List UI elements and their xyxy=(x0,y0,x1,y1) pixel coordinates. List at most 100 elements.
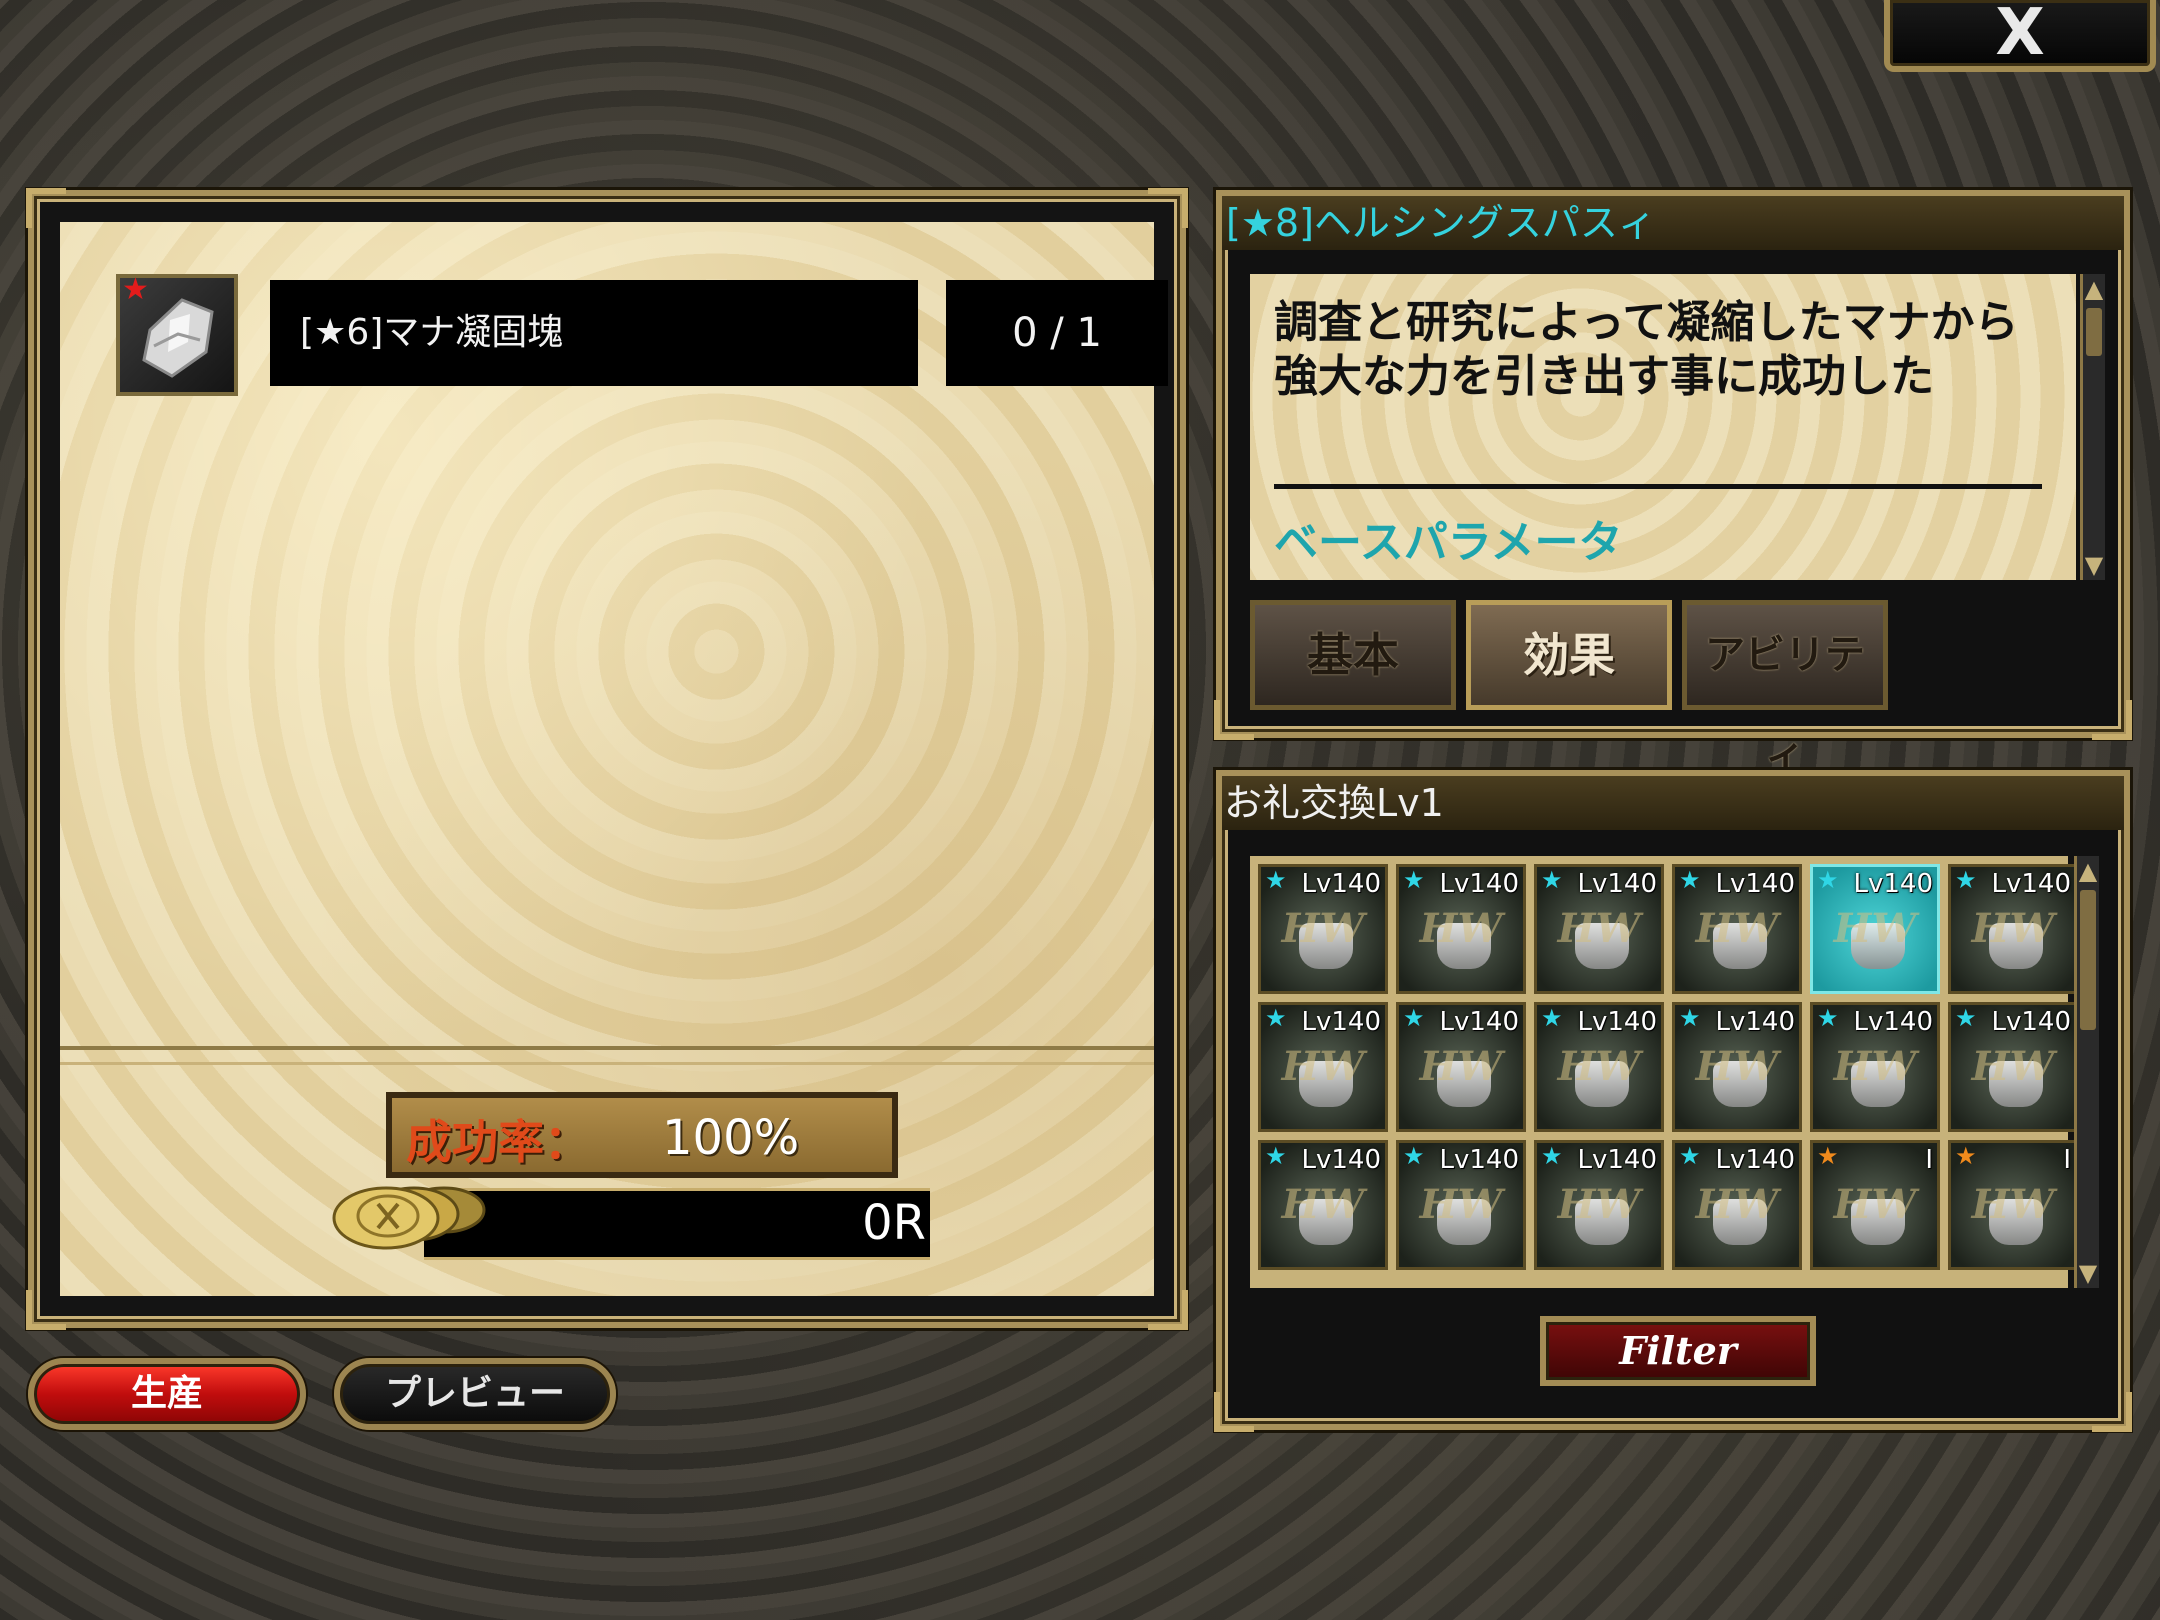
rarity-star-icon: ★ xyxy=(1541,1142,1563,1170)
close-icon: X xyxy=(1995,0,2045,70)
hw-watermark: HW xyxy=(1695,1043,1779,1090)
recipe-item[interactable]: HW ★ Lv140 xyxy=(1258,1140,1388,1270)
recipe-item[interactable]: HW ★ Lv140 xyxy=(1948,864,2078,994)
frame-corner xyxy=(2092,700,2132,740)
recipe-item[interactable]: HW ★ Lv140 xyxy=(1810,864,1940,994)
hw-watermark: HW xyxy=(1281,1181,1365,1228)
item-level: Lv140 xyxy=(1991,1007,2072,1037)
item-level: Lv140 xyxy=(1853,1007,1934,1037)
recipe-item[interactable]: HW ★ Lv140 xyxy=(1396,1140,1526,1270)
coin-icon xyxy=(332,1186,486,1250)
hw-watermark: HW xyxy=(1833,1043,1917,1090)
success-rate-value: 100% xyxy=(662,1110,800,1166)
recipe-list-title: お礼交換Lv1 xyxy=(1222,776,2124,830)
recipe-item[interactable]: HW ★ Lv140 xyxy=(1396,1002,1526,1132)
rarity-star-icon: ★ xyxy=(1541,1004,1563,1032)
crystal-shape xyxy=(142,298,214,378)
filter-button[interactable]: Filter xyxy=(1540,1316,1816,1386)
recipe-item[interactable]: HW ★ I xyxy=(1948,1140,2078,1270)
item-level: Lv140 xyxy=(1991,869,2072,899)
item-title: [★8]ヘルシングスパスィ xyxy=(1222,196,2124,250)
item-level: Lv140 xyxy=(1301,1145,1382,1175)
recipe-item[interactable]: HW ★ Lv140 xyxy=(1258,1002,1388,1132)
recipe-item[interactable]: HW ★ Lv140 xyxy=(1672,864,1802,994)
hw-watermark: HW xyxy=(1695,905,1779,952)
hw-watermark: HW xyxy=(1419,1181,1503,1228)
cost-value: 0R xyxy=(862,1195,926,1251)
recipe-list-panel: お礼交換Lv1 HW ★ Lv140 HW ★ Lv140 HW ★ Lv140 HW ★ Lv140… xyxy=(1214,770,2132,1432)
scroll-up-icon[interactable]: ▲ xyxy=(2077,856,2099,886)
recipe-grid: HW ★ Lv140 HW ★ Lv140 HW ★ Lv140 HW ★ Lv140 HW ★ Lv140… xyxy=(1250,856,2078,1288)
rarity-star-icon: ★ xyxy=(1541,866,1563,894)
recipe-item[interactable]: HW ★ Lv140 xyxy=(1672,1002,1802,1132)
recipe-item[interactable]: HW ★ Lv140 xyxy=(1810,1002,1940,1132)
mana-crystal-icon[interactable]: ★ xyxy=(116,272,238,396)
description-scrollbar[interactable]: ▲ ▼ xyxy=(2080,274,2105,580)
rarity-star-icon: ★ xyxy=(1265,866,1287,894)
hw-watermark: HW xyxy=(1557,1181,1641,1228)
scroll-up-icon[interactable]: ▲ xyxy=(2083,274,2105,304)
recipe-scrollbar[interactable]: ▲ ▼ xyxy=(2074,856,2099,1288)
rarity-star-icon: ★ xyxy=(1817,866,1839,894)
success-rate-box: 成功率： 100% xyxy=(386,1092,898,1178)
frame-corner xyxy=(26,1290,66,1330)
recipe-item[interactable]: HW ★ Lv140 xyxy=(1948,1002,2078,1132)
item-level: Lv140 xyxy=(1439,1145,1520,1175)
item-level: I xyxy=(2063,1145,2071,1175)
frame-corner xyxy=(1148,188,1188,228)
tab-ability[interactable]: アビリティ xyxy=(1682,600,1888,778)
rarity-star-icon: ★ xyxy=(1403,866,1425,894)
recipe-item[interactable]: HW ★ Lv140 xyxy=(1534,1002,1664,1132)
rarity-star-icon: ★ xyxy=(1679,866,1701,894)
hw-watermark: HW xyxy=(1281,1043,1365,1090)
item-level: Lv140 xyxy=(1715,1145,1796,1175)
crafting-panel: ★ [★6]マナ凝固塊 0 / 1 成功率： 100% 0R xyxy=(26,188,1188,1330)
rarity-star-icon: ★ xyxy=(1679,1142,1701,1170)
item-detail-panel: [★8]ヘルシングスパスィ 調査と研究によって凝縮したマナから強大な力を引き出す… xyxy=(1214,190,2132,778)
hw-watermark: HW xyxy=(1971,905,2055,952)
close-button[interactable]: X xyxy=(1884,0,2156,72)
frame-corner xyxy=(1148,1290,1188,1330)
scroll-down-icon[interactable]: ▼ xyxy=(2077,1258,2099,1288)
rarity-star-icon: ★ xyxy=(1955,866,1977,894)
rarity-star-icon: ★ xyxy=(1265,1142,1287,1170)
base-parameter-heading: ベースパラメータ xyxy=(1274,517,1623,568)
item-level: Lv140 xyxy=(1715,869,1796,899)
item-level: Lv140 xyxy=(1301,869,1382,899)
recipe-item[interactable]: HW ★ Lv140 xyxy=(1534,1140,1664,1270)
hw-watermark: HW xyxy=(1971,1043,2055,1090)
scroll-thumb[interactable] xyxy=(2086,308,2102,356)
rarity-star-icon: ★ xyxy=(1265,1004,1287,1032)
rarity-star-icon: ★ xyxy=(1955,1142,1977,1170)
recipe-item[interactable]: HW ★ Lv140 xyxy=(1534,864,1664,994)
hw-watermark: HW xyxy=(1971,1181,2055,1228)
produce-button[interactable]: 生産 xyxy=(28,1358,306,1430)
item-description: 調査と研究によって凝縮したマナから強大な力を引き出す事に成功した xyxy=(1274,297,2019,402)
item-level: Lv140 xyxy=(1577,1007,1658,1037)
rarity-star-icon: ★ xyxy=(1817,1142,1839,1170)
item-level: Lv140 xyxy=(1715,1007,1796,1037)
recipe-item[interactable]: HW ★ Lv140 xyxy=(1396,864,1526,994)
parchment-area: ★ [★6]マナ凝固塊 0 / 1 成功率： 100% 0R xyxy=(60,222,1168,1296)
frame-corner xyxy=(2092,1392,2132,1432)
rarity-star-icon: ★ xyxy=(1403,1004,1425,1032)
hw-watermark: HW xyxy=(1557,1043,1641,1090)
recipe-item[interactable]: HW ★ Lv140 xyxy=(1672,1140,1802,1270)
item-level: Lv140 xyxy=(1439,1007,1520,1037)
frame-corner xyxy=(1214,1392,1254,1432)
scroll-thumb[interactable] xyxy=(2080,890,2096,1030)
item-level: Lv140 xyxy=(1853,869,1934,899)
cost-bar: 0R xyxy=(424,1188,930,1260)
hw-watermark: HW xyxy=(1557,905,1641,952)
recipe-item[interactable]: HW ★ Lv140 xyxy=(1258,864,1388,994)
hw-watermark: HW xyxy=(1833,1181,1917,1228)
item-level: Lv140 xyxy=(1577,869,1658,899)
recipe-item[interactable]: HW ★ I xyxy=(1810,1140,1940,1270)
divider xyxy=(60,1046,1154,1065)
preview-button[interactable]: プレビュー xyxy=(334,1358,616,1430)
tab-basic[interactable]: 基本 xyxy=(1250,600,1456,710)
scroll-down-icon[interactable]: ▼ xyxy=(2083,550,2105,580)
description-divider xyxy=(1274,484,2042,489)
rarity-star-icon: ★ xyxy=(1679,1004,1701,1032)
tab-effect[interactable]: 効果 xyxy=(1466,600,1672,710)
